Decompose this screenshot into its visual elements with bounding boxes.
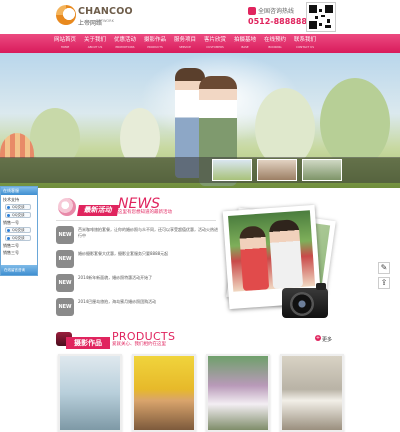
banner-thumb-3[interactable] — [302, 159, 342, 181]
products-section-header: 摄影作品 PRODUCTS 爱就关心、我们相约在这里 + 更多 — [56, 330, 346, 352]
nav-item-7[interactable]: 在线预约 BOOKING — [260, 34, 290, 53]
main-nav: 网站首页 HOME 关于我们 ABOUT US 优惠活动 PROMOTIONS 摄影作品 PR… — [0, 34, 400, 53]
product-card[interactable] — [132, 354, 196, 432]
nav-item-label: 服务项目 — [173, 37, 196, 43]
qq-chat-button[interactable]: QQ交谈 — [5, 212, 31, 218]
online-service-panel: 在线客服 技术支持 QQ交谈 QQ交谈 销售一号 QQ交谈 QQ交谈 销售二号 … — [0, 186, 38, 276]
banner-thumb-2[interactable] — [257, 159, 297, 181]
nav-item-sublabel: BASE — [241, 44, 249, 49]
qq-chat-button[interactable]: QQ交谈 — [5, 204, 31, 210]
logo-icon — [56, 5, 76, 25]
new-badge: NEW — [56, 250, 74, 268]
service-group-label: 销售三号 — [3, 250, 19, 255]
product-card[interactable] — [58, 354, 122, 432]
hero-banner — [0, 53, 400, 188]
nav-item-label: 优惠活动 — [113, 37, 136, 43]
news-item-text[interactable]: 芭米咖啡旅拍套餐，让你的婚纱照与众不同，还可以享受超值优惠，活动火热进行中 — [78, 227, 218, 245]
nav-item-label: 客片欣赏 — [203, 37, 226, 43]
product-card[interactable] — [206, 354, 270, 432]
nav-item-label: 关于我们 — [83, 37, 106, 43]
share-icon[interactable]: ⇪ — [378, 277, 390, 289]
hotline: 全国咨询热线 0512-88888888 — [248, 7, 318, 29]
nav-item-label: 拍摄基地 — [233, 37, 256, 43]
nav-item-0[interactable]: 网站首页 HOME — [50, 34, 80, 53]
nav-item-6[interactable]: 拍摄基地 BASE — [230, 34, 260, 53]
more-label: 更多 — [322, 337, 333, 343]
products-tagline: 爱就关心、我们相约在这里 — [112, 342, 166, 347]
brand-sub-en: NETWORK — [96, 19, 114, 23]
news-item-text[interactable]: 2014新年新面貌，婚纱照特惠活动开始了 — [78, 275, 218, 293]
news-tagline: 这里有您想知道的最新活动 — [118, 210, 172, 215]
qq-chat-button[interactable]: QQ交谈 — [5, 227, 31, 233]
news-item[interactable]: NEW 2014巴厘岛旅拍，海岛蜜月婚纱照团购活动 — [56, 298, 216, 320]
service-group-label: 销售一号 — [3, 220, 19, 225]
news-item-text[interactable]: 婚纱摄影套餐大优惠，摄影全套服务只要8888元起 — [78, 251, 218, 269]
site-header: CHANCOO 上帝网络 NETWORK 全国咨询热线 0512-8888888… — [0, 0, 400, 34]
nav-item-sublabel: ABOUT US — [87, 44, 103, 49]
nav-item-sublabel: SERVICE — [179, 44, 191, 49]
news-item-text[interactable]: 2014巴厘岛旅拍，海岛蜜月婚纱照团购活动 — [78, 299, 218, 317]
news-item[interactable]: NEW 芭米咖啡旅拍套餐，让你的婚纱照与众不同，还可以享受超值优惠，活动火热进行… — [56, 226, 218, 248]
nav-item-sublabel: PRODUCTS — [147, 44, 163, 49]
service-group-label: 销售二号 — [3, 243, 19, 248]
hotline-label: 全国咨询热线 — [258, 8, 295, 15]
edit-icon[interactable]: ✎ — [378, 262, 390, 274]
nav-item-5[interactable]: 客片欣赏 CUSTOMERS — [200, 34, 230, 53]
banner-thumb-1[interactable] — [212, 159, 252, 181]
nav-item-sublabel: HOME — [60, 44, 70, 49]
product-card[interactable] — [280, 354, 344, 432]
phone-icon — [248, 7, 256, 15]
news-item[interactable]: NEW 婚纱摄影套餐大优惠，摄影全套服务只要8888元起 — [56, 250, 216, 272]
nav-item-label: 网站首页 — [53, 37, 76, 43]
service-group-label: 技术支持 — [3, 197, 19, 202]
nav-item-label: 摄影作品 — [143, 37, 166, 43]
new-badge: NEW — [56, 226, 74, 244]
brand-name: CHANCOO — [78, 6, 133, 17]
nav-item-sublabel: BOOKING — [268, 44, 282, 49]
product-photo — [134, 356, 194, 430]
nav-item-4[interactable]: 服务项目 SERVICE — [170, 34, 200, 53]
nav-item-1[interactable]: 关于我们 ABOUT US — [80, 34, 110, 53]
qr-code-icon — [306, 2, 336, 32]
nav-item-2[interactable]: 优惠活动 PROMOTIONS — [110, 34, 140, 53]
new-badge: NEW — [56, 298, 74, 316]
nav-item-label: 联系我们 — [293, 37, 316, 43]
online-service-title: 在线客服 — [1, 187, 37, 195]
site-logo[interactable]: CHANCOO 上帝网络 NETWORK — [56, 5, 133, 29]
news-section-header: 最新活动 NEWS 这里有您想知道的最新活动 — [56, 196, 216, 222]
nav-item-sublabel: PROMOTIONS — [115, 44, 135, 49]
product-photo — [208, 356, 268, 430]
leave-message-button[interactable]: 在线留言咨询 — [1, 265, 37, 275]
plus-icon: + — [315, 335, 321, 341]
qq-chat-button[interactable]: QQ交谈 — [5, 235, 31, 241]
products-title-cn: 摄影作品 — [66, 337, 110, 349]
flower-icon — [58, 198, 76, 216]
product-photo — [60, 356, 120, 430]
nav-item-label: 在线预约 — [263, 37, 286, 43]
news-item[interactable]: NEW 2014新年新面貌，婚纱照特惠活动开始了 — [56, 274, 216, 296]
product-photo — [282, 356, 342, 430]
news-title-cn: 最新活动 — [77, 205, 119, 216]
camera-icon — [282, 283, 328, 318]
nav-item-sublabel: CUSTOMERS — [206, 44, 224, 49]
new-badge: NEW — [56, 274, 74, 292]
nav-item-3[interactable]: 摄影作品 PRODUCTS — [140, 34, 170, 53]
nav-item-sublabel: CONTACT US — [296, 44, 314, 49]
more-link[interactable]: + 更多 — [315, 335, 333, 343]
nav-item-8[interactable]: 联系我们 CONTACT US — [290, 34, 320, 53]
